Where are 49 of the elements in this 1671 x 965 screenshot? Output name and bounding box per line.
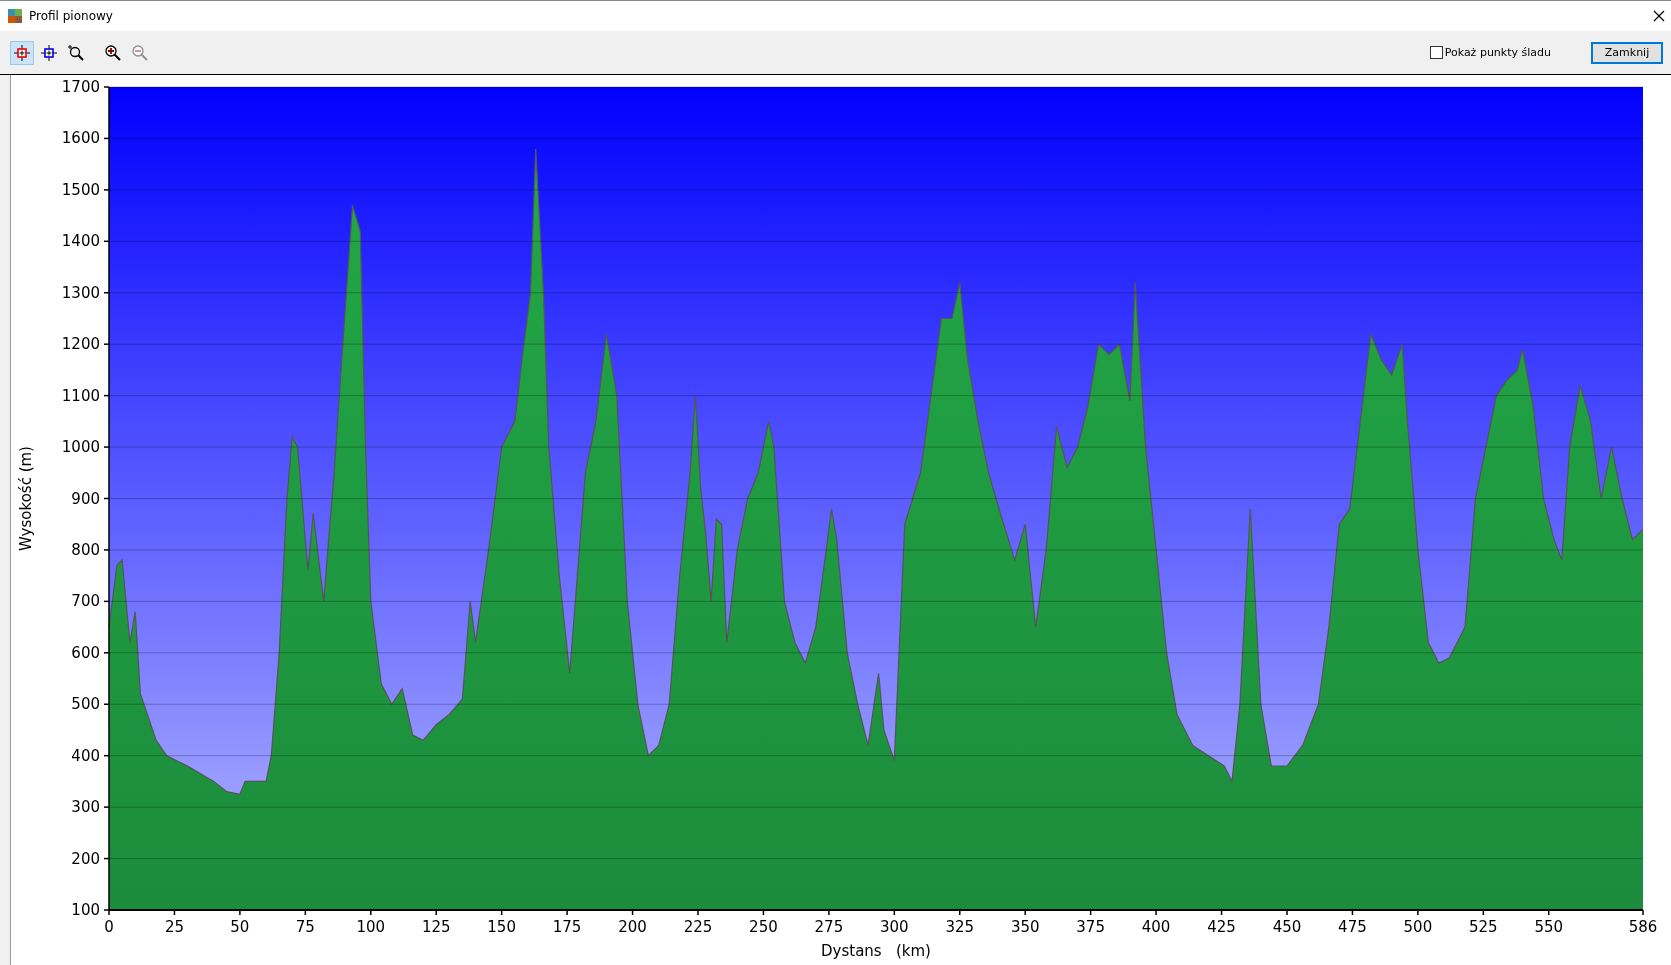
x-tick-label: 200 — [618, 918, 647, 936]
y-tick-label: 1000 — [61, 438, 100, 457]
y-tick-label: 400 — [71, 746, 100, 765]
x-tick-label: 75 — [295, 918, 315, 936]
y-tick-label: 600 — [71, 643, 100, 662]
y-tick-label: 1100 — [61, 386, 100, 405]
x-tick-label: 250 — [749, 918, 778, 936]
close-icon[interactable] — [1653, 10, 1665, 22]
y-tick-label: 1400 — [61, 232, 100, 251]
x-tick-label: 475 — [1338, 918, 1367, 936]
y-axis-title: Wysokość (m) — [17, 446, 35, 551]
x-tick-label: 586 — [1628, 918, 1658, 936]
x-tick-label: 325 — [945, 918, 975, 936]
y-tick-label: 1300 — [61, 283, 100, 302]
window-title: Profil pionowy — [29, 9, 113, 23]
x-tick-label: 525 — [1469, 918, 1498, 936]
app-icon — [8, 9, 22, 23]
x-tick-label: 150 — [487, 918, 516, 936]
y-tick-label: 1500 — [61, 180, 100, 199]
y-tick-label: 300 — [71, 798, 100, 817]
x-tick-label: 125 — [421, 918, 451, 936]
close-button[interactable]: Zamknij — [1591, 41, 1663, 64]
y-tick-label: 1700 — [61, 78, 100, 96]
y-tick-label: 800 — [71, 540, 100, 559]
x-tick-label: 375 — [1076, 918, 1105, 936]
y-tick-label: 1600 — [61, 129, 100, 148]
y-tick-label: 500 — [71, 695, 100, 714]
x-tick-label: 100 — [356, 918, 386, 936]
x-tick-label: 400 — [1141, 918, 1171, 936]
y-tick-label: 1200 — [61, 335, 100, 354]
x-tick-label: 0 — [104, 918, 114, 936]
y-tick-label: 700 — [71, 592, 100, 611]
x-tick-label: 450 — [1272, 918, 1302, 936]
x-tick-label: 350 — [1010, 918, 1040, 936]
x-tick-label: 50 — [230, 918, 250, 936]
x-tick-label: 550 — [1534, 918, 1564, 936]
crosshair-button[interactable] — [10, 40, 34, 65]
x-tick-label: 300 — [880, 918, 909, 936]
x-tick-label: 175 — [552, 918, 582, 936]
show-points-checkbox[interactable]: Pokaż punkty śladu — [1429, 46, 1551, 59]
x-tick-label: 500 — [1403, 918, 1433, 936]
y-tick-label: 100 — [71, 901, 100, 919]
x-axis-title: Dystans (km) — [821, 942, 931, 960]
y-tick-label: 200 — [71, 849, 100, 868]
y-tick-label: 900 — [71, 489, 100, 508]
x-tick-label: 225 — [683, 918, 713, 936]
x-tick-label: 275 — [814, 918, 844, 936]
x-tick-label: 25 — [164, 918, 184, 936]
x-tick-label: 425 — [1207, 918, 1236, 936]
